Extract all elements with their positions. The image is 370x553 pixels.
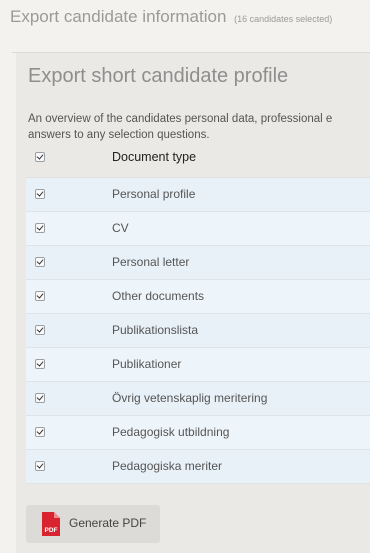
document-type-label: Other documents — [112, 289, 205, 303]
dialog-title-text: Export candidate information — [10, 7, 227, 26]
description-line-1: An overview of the candidates personal d… — [28, 113, 333, 125]
table-row: Personal letter — [26, 246, 370, 280]
row-checkbox[interactable] — [35, 393, 45, 403]
section-description: An overview of the candidates personal d… — [28, 111, 370, 143]
pdf-file-icon: PDF — [42, 512, 60, 536]
row-checkbox[interactable] — [35, 223, 45, 233]
row-checkbox[interactable] — [35, 461, 45, 471]
table-row: CV — [26, 212, 370, 246]
document-type-label: Övrig vetenskaplig meritering — [112, 391, 268, 405]
document-type-table: Document type Personal profile CV Person… — [26, 144, 370, 484]
document-type-label: Personal letter — [112, 255, 190, 269]
document-type-label: Publikationer — [112, 357, 182, 371]
row-checkbox[interactable] — [35, 257, 45, 267]
table-header-row: Document type — [26, 144, 370, 178]
table-row: Pedagogiska meriter — [26, 450, 370, 484]
document-type-label: Publikationslista — [112, 323, 199, 337]
pdf-icon-text: PDF — [45, 527, 58, 534]
document-type-label: CV — [112, 221, 129, 235]
document-type-label: Pedagogisk utbildning — [112, 425, 230, 439]
table-row: Övrig vetenskaplig meritering — [26, 382, 370, 416]
row-checkbox[interactable] — [35, 359, 45, 369]
row-checkbox[interactable] — [35, 189, 45, 199]
column-header-document-type: Document type — [112, 150, 197, 164]
document-type-label: Pedagogiska meriter — [112, 459, 223, 473]
table-row: Other documents — [26, 280, 370, 314]
selection-count: (16 candidates selected) — [234, 14, 333, 24]
export-profile-panel: Export short candidate profile An overvi… — [16, 53, 370, 553]
table-row: Publikationslista — [26, 314, 370, 348]
table-row: Publikationer — [26, 348, 370, 382]
generate-pdf-label: Generate PDF — [69, 516, 147, 530]
select-all-checkbox[interactable] — [35, 152, 45, 162]
row-checkbox[interactable] — [35, 427, 45, 437]
document-type-label: Personal profile — [112, 187, 196, 201]
table-row: Pedagogisk utbildning — [26, 416, 370, 450]
row-checkbox[interactable] — [35, 291, 45, 301]
dialog-title: Export candidate information (16 candida… — [0, 0, 370, 38]
row-checkbox[interactable] — [35, 325, 45, 335]
section-title: Export short candidate profile — [28, 65, 289, 87]
generate-pdf-button[interactable]: PDF Generate PDF — [26, 505, 160, 543]
description-line-2: answers to any selection questions. — [28, 129, 210, 141]
table-row: Personal profile — [26, 178, 370, 212]
